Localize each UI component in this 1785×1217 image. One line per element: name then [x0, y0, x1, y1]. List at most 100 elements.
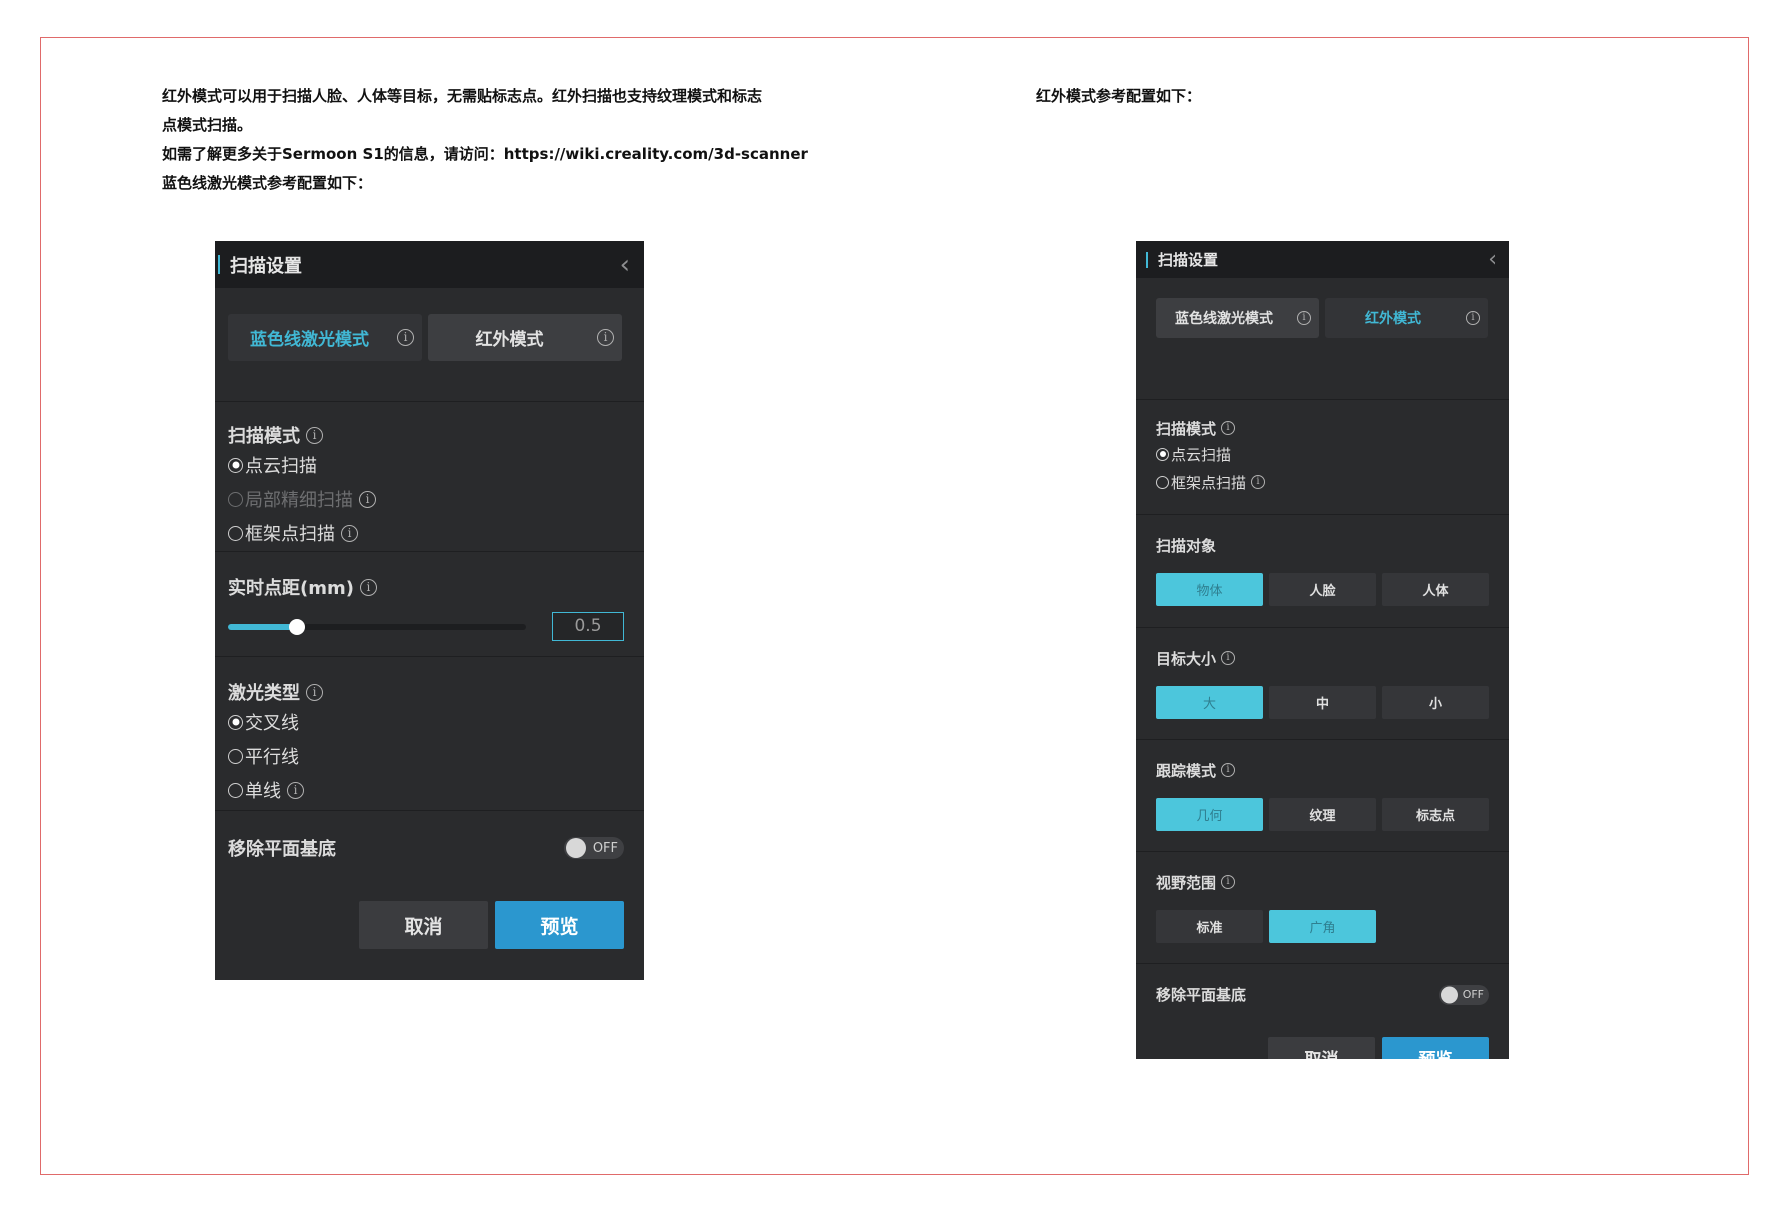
info-icon[interactable]: i — [1251, 475, 1266, 489]
option-markers[interactable]: 标志点 — [1382, 798, 1489, 831]
info-icon[interactable]: i — [1297, 311, 1311, 325]
scan-settings-panel-blue-laser: 扫描设置 ‹ 蓝色线激光模式 i 红外模式 i 扫描模式 i 点云扫描 局部精细… — [215, 241, 644, 980]
info-icon[interactable]: i — [359, 490, 376, 508]
remove-base-section: 移除平面基底 OFF 取消 预览 — [1136, 963, 1509, 1059]
mode-tabs: 蓝色线激光模式 i 红外模式 i — [215, 288, 644, 401]
section-title: 激光类型 — [228, 683, 300, 704]
panel-title: 扫描设置 — [1158, 251, 1219, 269]
point-distance-input[interactable]: 0.5 — [552, 612, 624, 641]
radio-checked-icon[interactable] — [228, 457, 243, 473]
scan-mode-section: 扫描模式 i 点云扫描 框架点扫描 i — [1136, 399, 1509, 514]
radio-point-cloud[interactable]: 点云扫描 — [1156, 440, 1489, 468]
radio-frame-point-scan[interactable]: 框架点扫描 i — [1156, 468, 1489, 496]
intro-line-link: 如需了解更多关于Sermoon S1的信息，请访问：https://wiki.c… — [162, 145, 808, 163]
radio-label: 框架点扫描 — [1171, 473, 1247, 492]
info-icon[interactable]: i — [1221, 875, 1236, 889]
remove-base-toggle[interactable]: OFF — [564, 837, 624, 859]
tab-infrared-mode[interactable]: 红外模式 i — [1325, 298, 1488, 338]
option-large[interactable]: 大 — [1156, 686, 1263, 719]
radio-label: 框架点扫描 — [245, 524, 335, 545]
radio-parallel-line[interactable]: 平行线 — [228, 739, 631, 773]
toggle-knob — [1441, 986, 1458, 1003]
radio-checked-icon[interactable] — [228, 714, 243, 730]
panel-header: 扫描设置 ‹ — [215, 241, 644, 288]
info-icon[interactable]: i — [397, 329, 414, 346]
preview-button[interactable]: 预览 — [495, 901, 624, 949]
target-size-section: 目标大小 i 大 中 小 — [1136, 627, 1509, 739]
scan-target-segment: 物体 人脸 人体 — [1156, 573, 1489, 606]
scan-settings-panel-infrared: 扫描设置 ‹ 蓝色线激光模式 i 红外模式 i 扫描模式 i 点云扫描 框架点扫… — [1136, 241, 1509, 1059]
option-standard[interactable]: 标准 — [1156, 910, 1263, 943]
tracking-mode-section: 跟踪模式 i 几何 纹理 标志点 — [1136, 739, 1509, 851]
section-title: 扫描模式 — [1156, 419, 1217, 438]
option-face[interactable]: 人脸 — [1269, 573, 1376, 606]
option-wide-angle[interactable]: 广角 — [1269, 910, 1376, 943]
collapse-chevron-icon[interactable]: ‹ — [620, 250, 630, 280]
info-icon[interactable]: i — [341, 524, 358, 542]
remove-base-toggle[interactable]: OFF — [1439, 984, 1489, 1005]
info-icon[interactable]: i — [306, 683, 323, 701]
radio-cross-line[interactable]: 交叉线 — [228, 705, 631, 739]
option-object[interactable]: 物体 — [1156, 573, 1263, 606]
radio-unchecked-icon[interactable] — [228, 525, 243, 541]
radio-frame-point-scan[interactable]: 框架点扫描 i — [228, 516, 631, 550]
tab-label: 红外模式 — [475, 330, 544, 350]
laser-type-section: 激光类型 i 交叉线 平行线 单线 i — [215, 656, 644, 810]
cancel-button[interactable]: 取消 — [359, 901, 488, 949]
cancel-button[interactable]: 取消 — [1268, 1037, 1375, 1059]
radio-unchecked-icon — [228, 491, 243, 507]
info-icon[interactable]: i — [359, 578, 377, 596]
section-title: 扫描模式 — [228, 426, 300, 447]
toggle-state: OFF — [1462, 988, 1484, 1001]
radio-single-line[interactable]: 单线 i — [228, 773, 631, 807]
intro-line: 红外模式参考配置如下： — [1036, 87, 1202, 105]
radio-unchecked-icon[interactable] — [228, 748, 243, 764]
info-icon[interactable]: i — [1466, 311, 1480, 325]
intro-text-left: 红外模式可以用于扫描人脸、人体等目标，无需贴标志点。红外扫描也支持纹理模式和标志… — [162, 82, 902, 198]
point-distance-slider[interactable] — [228, 618, 526, 635]
remove-base-label: 移除平面基底 — [1156, 986, 1247, 1004]
tracking-mode-segment: 几何 纹理 标志点 — [1156, 798, 1489, 831]
section-title: 实时点距(mm) — [228, 578, 354, 599]
radio-label: 单线 — [245, 781, 281, 802]
tab-infrared-mode[interactable]: 红外模式 i — [428, 314, 622, 361]
slider-fill — [228, 623, 297, 630]
intro-line: 蓝色线激光模式参考配置如下： — [162, 174, 373, 192]
header-accent-bar — [1146, 251, 1148, 268]
panel-header: 扫描设置 ‹ — [1136, 241, 1509, 278]
info-icon[interactable]: i — [1221, 763, 1236, 777]
collapse-chevron-icon[interactable]: ‹ — [1488, 247, 1497, 272]
radio-checked-icon[interactable] — [1156, 447, 1169, 461]
option-small[interactable]: 小 — [1382, 686, 1489, 719]
tab-blue-laser-mode[interactable]: 蓝色线激光模式 i — [228, 314, 422, 361]
radio-label: 点云扫描 — [245, 456, 317, 477]
section-title: 跟踪模式 — [1156, 761, 1217, 780]
info-icon[interactable]: i — [1221, 651, 1236, 665]
option-geometry[interactable]: 几何 — [1156, 798, 1263, 831]
intro-line: 红外模式可以用于扫描人脸、人体等目标，无需贴标志点。红外扫描也支持纹理模式和标志 — [162, 87, 763, 105]
header-accent-bar — [218, 255, 220, 274]
mode-tabs: 蓝色线激光模式 i 红外模式 i — [1136, 278, 1509, 399]
tab-blue-laser-mode[interactable]: 蓝色线激光模式 i — [1156, 298, 1319, 338]
radio-unchecked-icon[interactable] — [228, 782, 243, 798]
preview-button[interactable]: 预览 — [1382, 1037, 1489, 1059]
panel-title: 扫描设置 — [230, 255, 302, 277]
field-of-view-segment: 标准 广角 — [1156, 910, 1489, 943]
radio-label: 局部精细扫描 — [245, 490, 353, 511]
radio-point-cloud[interactable]: 点云扫描 — [228, 448, 631, 482]
radio-label: 交叉线 — [245, 713, 299, 734]
intro-text-right: 红外模式参考配置如下： — [1036, 82, 1436, 111]
info-icon[interactable]: i — [287, 781, 304, 799]
radio-label: 平行线 — [245, 747, 299, 768]
option-body[interactable]: 人体 — [1382, 573, 1489, 606]
info-icon[interactable]: i — [1221, 421, 1236, 435]
option-medium[interactable]: 中 — [1269, 686, 1376, 719]
info-icon[interactable]: i — [597, 329, 614, 346]
toggle-state: OFF — [592, 840, 618, 856]
intro-line: 点模式扫描。 — [162, 116, 253, 134]
slider-handle[interactable] — [288, 618, 305, 635]
info-icon[interactable]: i — [306, 426, 323, 444]
radio-unchecked-icon[interactable] — [1156, 475, 1169, 489]
scan-target-section: 扫描对象 物体 人脸 人体 — [1136, 514, 1509, 627]
option-texture[interactable]: 纹理 — [1269, 798, 1376, 831]
